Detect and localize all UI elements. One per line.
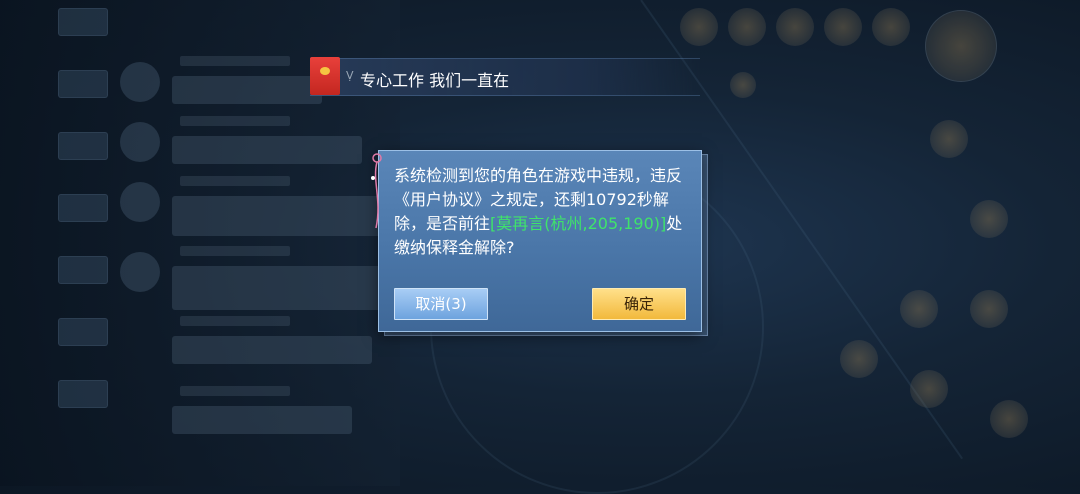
broadcast-glyph: Ṿ: [346, 69, 354, 82]
hud-icon: [900, 290, 938, 328]
avatar: [120, 182, 160, 222]
hud-icon: [730, 72, 756, 98]
chat-channel-tab: [58, 380, 108, 408]
hud-icon: [824, 8, 862, 46]
chat-bubble: [172, 336, 372, 364]
hud-icon: [910, 370, 948, 408]
hud-icon: [990, 400, 1028, 438]
chat-channel-tabs: [58, 8, 108, 442]
avatar: [120, 62, 160, 102]
confirm-button[interactable]: 确定: [592, 288, 686, 320]
hud-icon: [970, 200, 1008, 238]
chat-bubble: [172, 406, 352, 434]
hud-icon: [728, 8, 766, 46]
chat-bubble: [172, 266, 382, 310]
chat-sender-name: [180, 316, 290, 326]
broadcast-text: 专心工作 我们一直在: [360, 71, 510, 90]
avatar: [120, 252, 160, 292]
red-envelope-icon[interactable]: [310, 57, 340, 95]
chat-sender-name: [180, 56, 290, 66]
chat-channel-tab: [58, 318, 108, 346]
minimap: [925, 10, 997, 82]
chat-channel-tab: [58, 70, 108, 98]
chat-sender-name: [180, 386, 290, 396]
location-link[interactable]: [莫再言(杭州,205,190)]: [490, 214, 666, 233]
broadcast-banner: Ṿ 专心工作 我们一直在: [310, 57, 700, 96]
dialog-message: 系统检测到您的角色在游戏中违规，违反《用户协议》之规定，还剩10792秒解除，是…: [394, 164, 694, 260]
chat-sender-name: [180, 176, 290, 186]
chat-bubble: [172, 76, 322, 104]
hud-icon: [840, 340, 878, 378]
hud-icon: [872, 8, 910, 46]
hud-icon: [970, 290, 1008, 328]
cancel-button[interactable]: 取消(3): [394, 288, 488, 320]
chat-sender-name: [180, 246, 290, 256]
dialog-ribbon-decoration: [371, 153, 382, 229]
hud-icon: [776, 8, 814, 46]
chat-channel-tab: [58, 256, 108, 284]
hud-icon: [680, 8, 718, 46]
chat-bubble: [172, 196, 382, 236]
chat-channel-tab: [58, 8, 108, 36]
chat-channel-tab: [58, 194, 108, 222]
hud-icon: [930, 120, 968, 158]
chat-channel-tab: [58, 132, 108, 160]
avatar: [120, 122, 160, 162]
envelope-seal: [320, 67, 330, 75]
chat-bubble: [172, 136, 362, 164]
chat-sender-name: [180, 116, 290, 126]
